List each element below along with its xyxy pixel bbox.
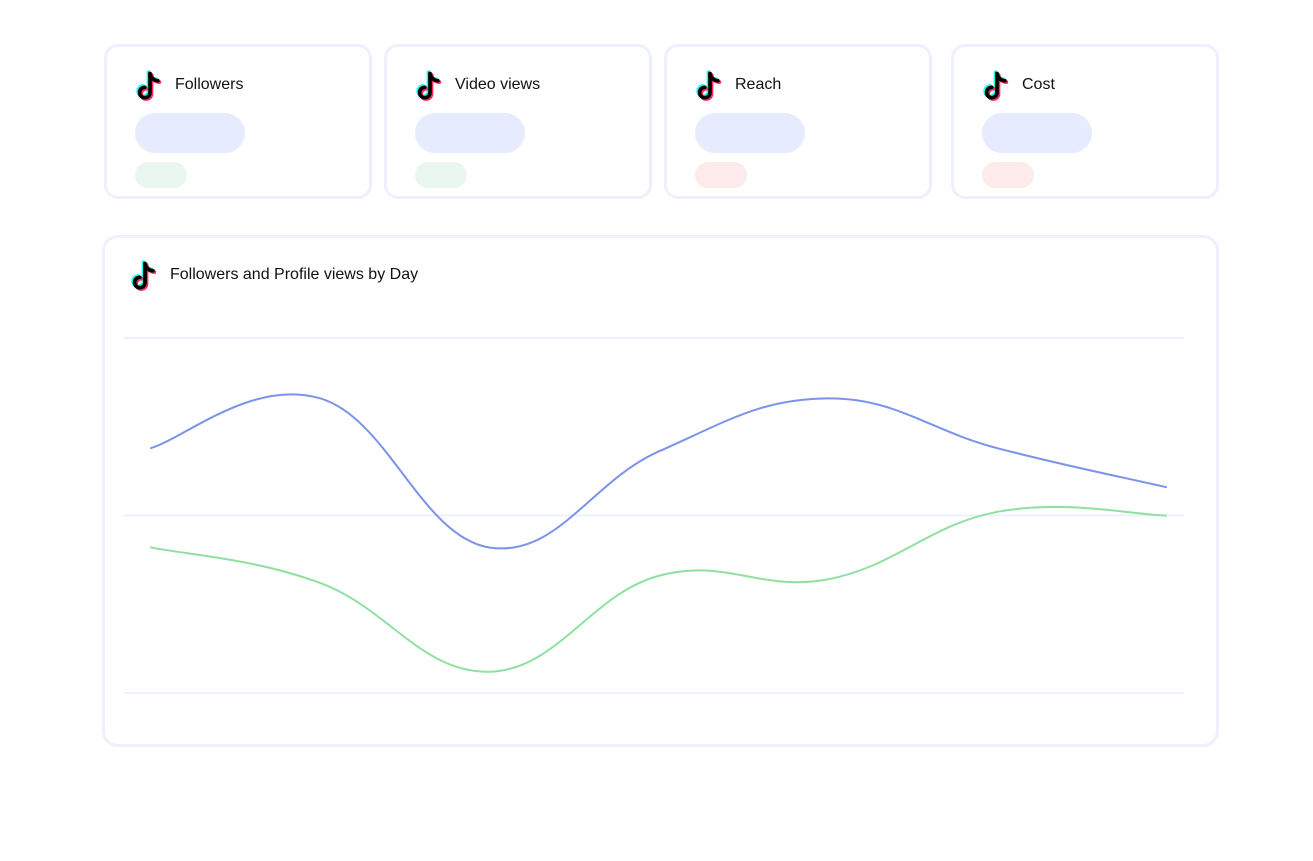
kpi-card-header: Cost xyxy=(982,69,1055,101)
kpi-value-placeholder xyxy=(695,113,805,153)
tiktok-icon xyxy=(982,69,1012,101)
kpi-card-header: Followers xyxy=(135,69,243,101)
kpi-card-title: Followers xyxy=(175,76,244,93)
kpi-delta-placeholder xyxy=(135,162,187,188)
kpi-delta-placeholder xyxy=(415,162,467,188)
kpi-value-placeholder xyxy=(135,113,245,153)
kpi-card-video-views: Video views xyxy=(384,44,652,199)
kpi-card-title: Reach xyxy=(735,76,782,93)
kpi-delta-placeholder xyxy=(982,162,1034,188)
kpi-card-followers: Followers xyxy=(104,44,372,199)
kpi-value-placeholder xyxy=(415,113,525,153)
chart-card: Followers and Profile views by Day xyxy=(102,235,1219,747)
kpi-card-title: Cost xyxy=(1022,76,1055,93)
series-line-1 xyxy=(150,505,1167,673)
kpi-card-reach: Reach xyxy=(664,44,932,199)
kpi-card-header: Video views xyxy=(415,69,540,101)
tiktok-icon xyxy=(135,69,165,101)
line-chart xyxy=(124,337,1184,694)
kpi-delta-placeholder xyxy=(695,162,747,188)
kpi-card-title: Video views xyxy=(455,76,541,93)
tiktok-icon xyxy=(415,69,445,101)
kpi-card-cost: Cost xyxy=(951,44,1219,199)
kpi-card-header: Reach xyxy=(695,69,781,101)
tiktok-icon xyxy=(695,69,725,101)
series-line-0 xyxy=(150,393,1167,550)
kpi-value-placeholder xyxy=(982,113,1092,153)
